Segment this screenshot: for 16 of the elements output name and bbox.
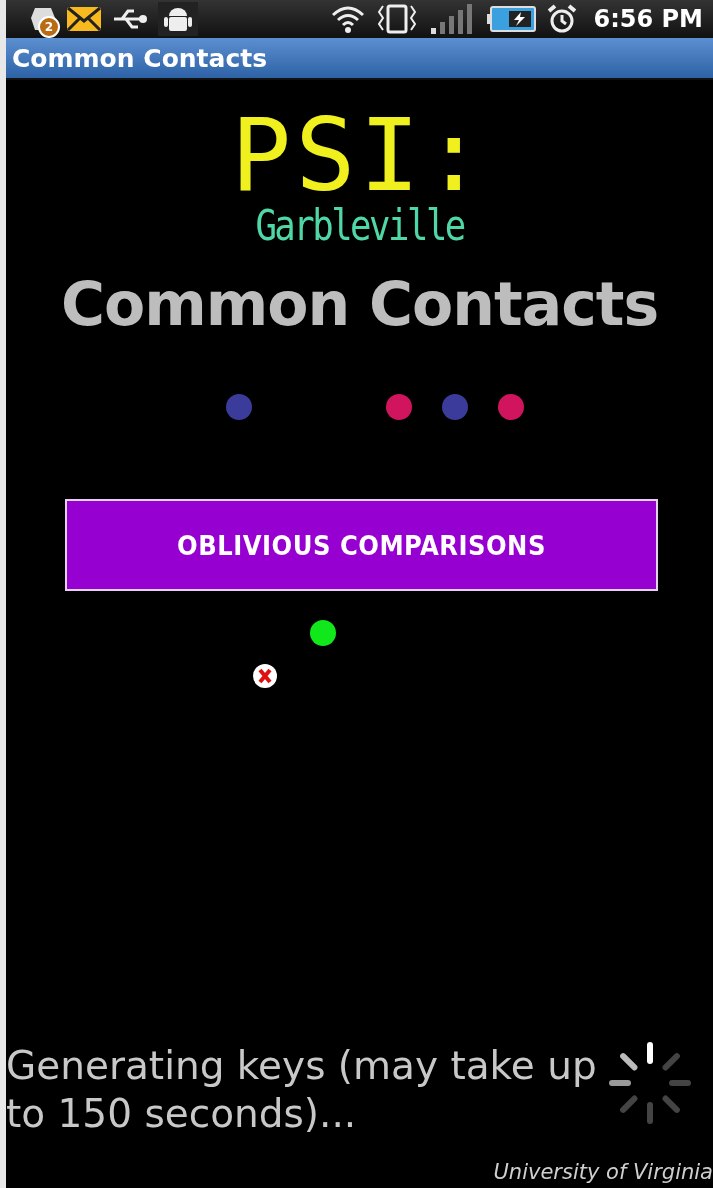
status-message: Generating keys (may take up to 150 seconds)... [6, 1042, 598, 1138]
app-title: Common Contacts [12, 43, 268, 73]
logo-title: PSI: [231, 110, 488, 202]
usb-icon [112, 7, 148, 31]
clock-time: 6:56 PM [593, 5, 703, 33]
wifi-icon [331, 5, 366, 33]
battery-charging-icon [487, 6, 538, 32]
mail-icon[interactable] [66, 6, 102, 32]
oblivious-comparisons-button[interactable]: OBLIVIOUS COMPARISONS [65, 499, 658, 591]
alarm-clock-icon [547, 4, 578, 34]
notification-count: 2 [38, 16, 60, 38]
logo-subtitle: Garbleville [255, 202, 464, 250]
page-heading: Common Contacts [60, 268, 659, 341]
footer-text: University of Virginia [493, 1160, 713, 1184]
android-icon[interactable] [158, 2, 198, 36]
close-icon[interactable] [252, 663, 278, 689]
